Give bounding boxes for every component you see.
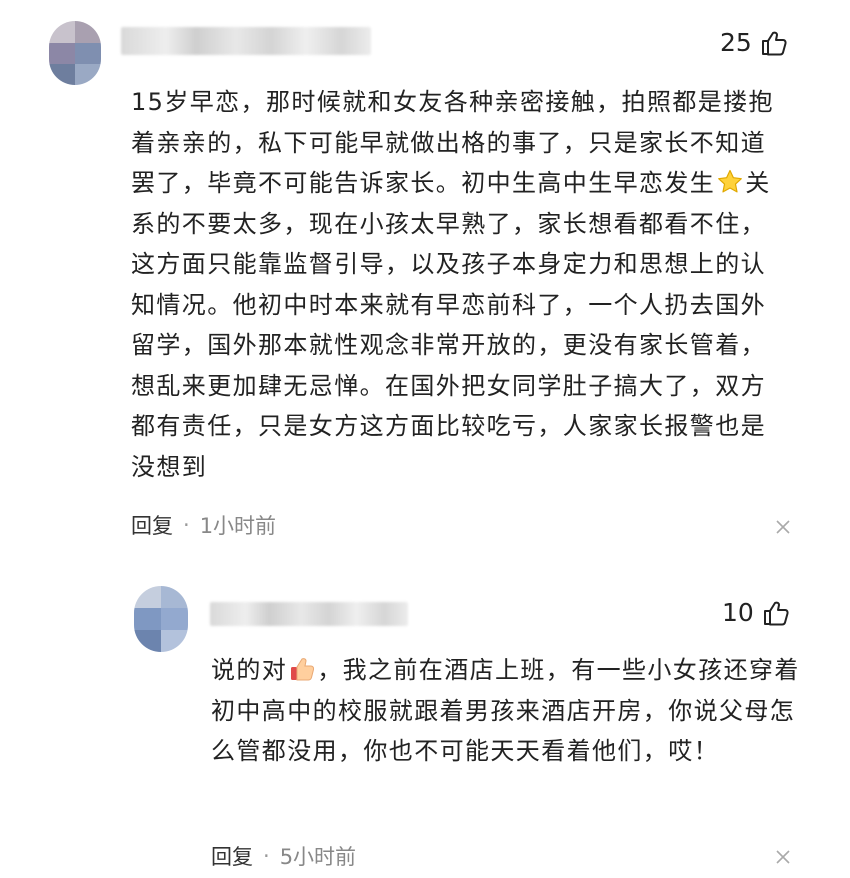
comment-text-part: 关系的不要太多，现在小孩太早熟了，家长想看都看不住，这方面只能靠监督引导，以及孩… — [131, 169, 771, 481]
like-count: 10 — [722, 598, 754, 627]
comment-text-part: 说的对 — [211, 656, 288, 684]
thumbs-up-icon — [763, 601, 789, 625]
comment-text-part: 15岁早恋，那时候就和女友各种亲密接触，拍照都是搂抱着亲亲的，私下可能早就做出格… — [131, 88, 774, 197]
timestamp: 5小时前 — [279, 845, 357, 869]
comment-text: 说的对 ，我之前在酒店上班，有一些小女孩还穿着初中高中的校服就跟着男孩来酒店开房，… — [211, 650, 801, 772]
comment-meta: 回复 · 1小时前 — [131, 510, 276, 540]
reply-button[interactable]: 回复 — [211, 841, 253, 871]
thumbs-up-emoji-icon — [291, 658, 315, 681]
username-blurred[interactable] — [210, 602, 408, 626]
comment-1: 25 15岁早恋，那时候就和女友各种亲密接触，拍照都是搂抱着亲亲的，私下可能早就… — [0, 0, 850, 560]
like-button[interactable]: 10 — [722, 598, 790, 627]
username-blurred[interactable] — [121, 27, 371, 55]
comment-text: 15岁早恋，那时候就和女友各种亲密接触，拍照都是搂抱着亲亲的，私下可能早就做出格… — [131, 82, 791, 487]
thumbs-up-icon — [761, 31, 787, 55]
like-button[interactable]: 25 — [720, 28, 788, 57]
close-icon[interactable] — [776, 520, 790, 534]
avatar[interactable] — [49, 21, 101, 85]
comment-2: 10 说的对 ，我之前在酒店上班，有一些小女孩还穿着初中高中的校服就跟着男孩来酒店… — [0, 570, 850, 870]
reply-button[interactable]: 回复 — [131, 510, 173, 540]
separator-dot: · — [263, 844, 270, 868]
timestamp: 1小时前 — [199, 514, 277, 538]
comment-meta: 回复 · 5小时前 — [211, 841, 356, 871]
close-icon[interactable] — [776, 850, 790, 864]
star-emoji-icon — [718, 169, 743, 193]
like-count: 25 — [720, 28, 752, 57]
separator-dot: · — [183, 513, 190, 537]
avatar[interactable] — [134, 586, 188, 652]
